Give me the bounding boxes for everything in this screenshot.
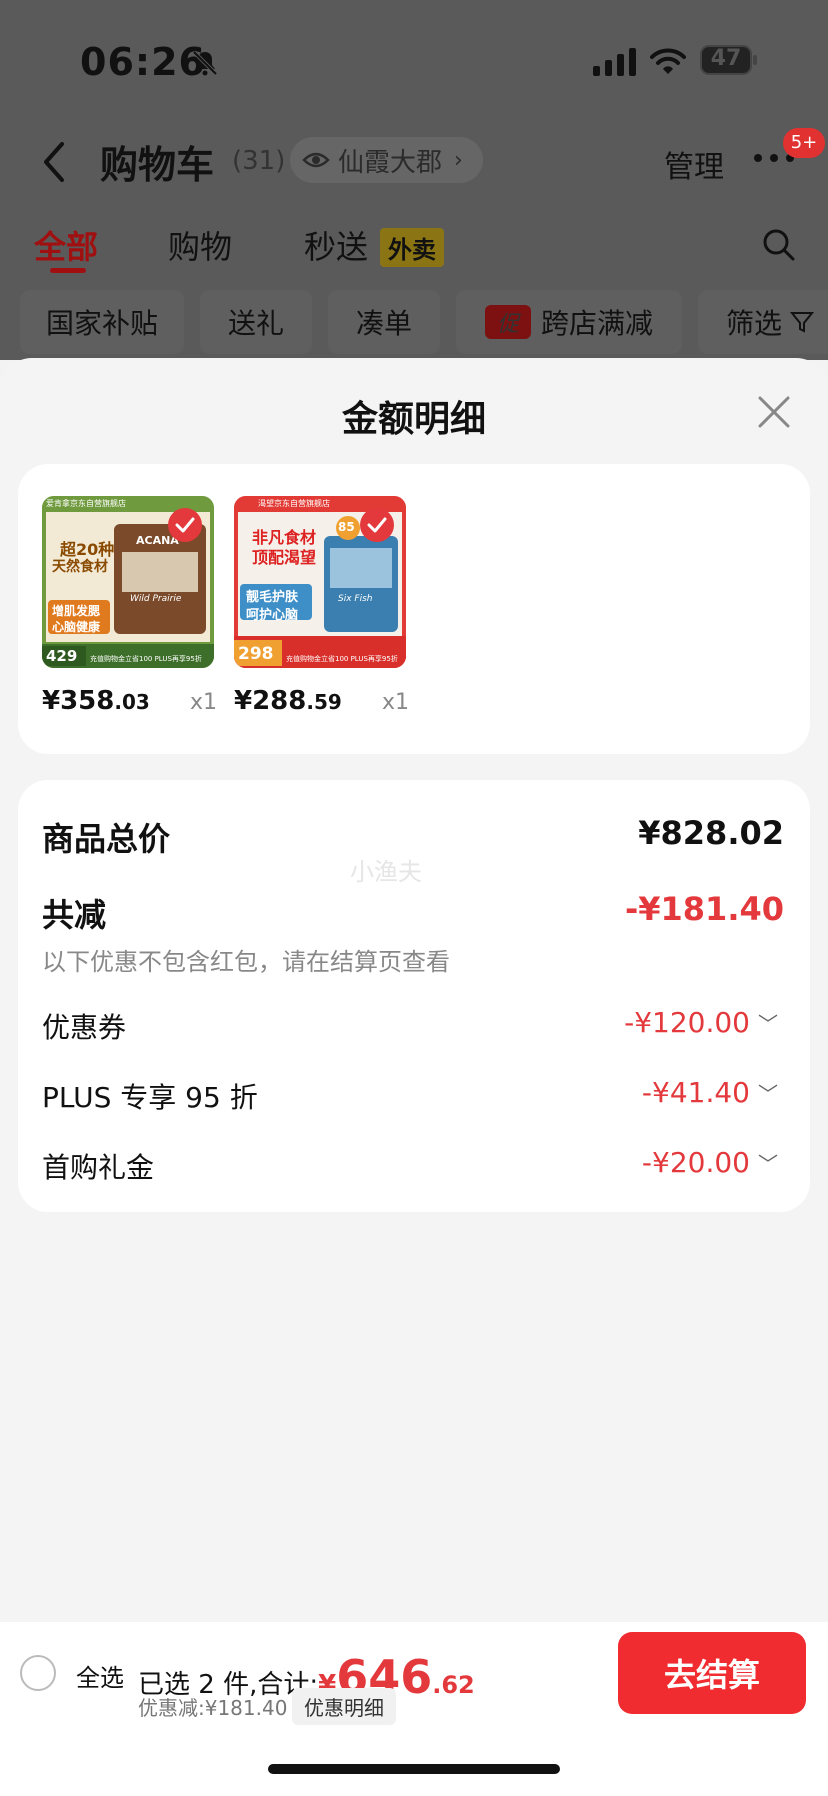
plus-discount-value: -¥41.40 [641, 1076, 750, 1109]
chip-national-subsidy[interactable]: 国家补贴 [20, 290, 184, 354]
wifi-icon [650, 48, 686, 74]
select-all-label[interactable]: 全选 [76, 1658, 124, 1693]
feature-line1: 增肌发腮 [52, 604, 101, 618]
total-label: 商品总价 [42, 820, 171, 858]
feature-line2: 呵护心脑 [246, 608, 299, 623]
status-time: 06:26 [80, 40, 206, 84]
page-title: 购物车 [100, 143, 215, 187]
battery-level: 47 [710, 46, 742, 71]
sub-label: Six Fish [338, 594, 373, 604]
search-icon[interactable] [762, 228, 796, 262]
chevron-down-icon: ﹀ [758, 1082, 778, 1106]
signal-icon [593, 48, 636, 76]
manage-button[interactable]: 管理 [664, 142, 724, 186]
active-tab-indicator [50, 268, 86, 273]
takeout-tag: 外卖 [380, 228, 444, 267]
product-qty: x1 [382, 690, 410, 715]
coupon-row-toggle[interactable]: -¥120.00 ﹀ [624, 1006, 778, 1039]
chip-gift[interactable]: 送礼 [200, 290, 312, 354]
selected-check-icon[interactable] [168, 508, 202, 542]
select-all-radio[interactable] [20, 1655, 56, 1691]
coupon-label: 优惠券 [42, 1011, 127, 1044]
close-icon[interactable] [756, 394, 792, 430]
chevron-right-icon: › [454, 147, 463, 173]
store-name: 渴望京东自营旗舰店 [258, 499, 330, 508]
checkout-button[interactable]: 去结算 [618, 1632, 806, 1714]
first-purchase-value: -¥20.00 [641, 1146, 750, 1179]
chip-label: 跨店满减 [540, 307, 653, 340]
promo-text: 充值购物金立省100 PLUS再享95折 [286, 655, 398, 663]
sub-label: Wild Prairie [130, 594, 182, 604]
tab-shopping[interactable]: 购物 [168, 222, 232, 268]
product-image-acana[interactable]: 爱肯拿京东自营旗舰店 超20种 天然食材 ACANA Wild Prairie … [42, 496, 214, 668]
watermark: 小渔夫 [350, 858, 422, 886]
first-purchase-label: 首购礼金 [42, 1151, 155, 1184]
chevron-down-icon: ﹀ [758, 1012, 778, 1036]
plus-discount-label: PLUS 专享 95 折 [42, 1081, 258, 1114]
product-price: ¥288.59 [234, 686, 342, 716]
coupon-value: -¥120.00 [624, 1006, 750, 1039]
feature-line1: 靓毛护肤 [246, 590, 299, 605]
home-indicator [268, 1764, 560, 1774]
promo-tag: 促 [484, 305, 531, 339]
total-decimal: .62 [432, 1671, 475, 1699]
back-icon[interactable] [40, 140, 70, 184]
discount-note: 以下优惠不包含红包，请在结算页查看 [42, 948, 450, 976]
tab-instant-delivery[interactable]: 秒送 [304, 222, 368, 268]
chip-label: 筛选 [726, 307, 783, 340]
feature-line2: 心脑健康 [52, 620, 101, 634]
reduce-label: 共减 [42, 896, 107, 934]
sheet-title: 金额明细 [341, 399, 486, 440]
cart-count: (31) [232, 146, 286, 176]
headline-line2: 天然食材 [52, 559, 108, 575]
tab-all[interactable]: 全部 [34, 222, 98, 268]
product-qty: x1 [190, 690, 218, 715]
chip-cross-store-discount[interactable]: 促 跨店满减 [456, 290, 682, 354]
total-value: ¥828.02 [638, 814, 784, 852]
location-selector[interactable]: 仙霞大郡 › [290, 137, 483, 183]
selected-check-icon[interactable] [360, 508, 394, 542]
product-image-orijen[interactable]: 渴望京东自营旗舰店 非凡食材 顶配渴望 85 Six Fish 靓毛护肤 呵护心… [234, 496, 406, 668]
chevron-down-icon: ﹀ [758, 1152, 778, 1176]
discount-detail-button[interactable]: 优惠明细 [292, 1688, 396, 1725]
bell-muted-icon [192, 50, 218, 76]
promo-price: 429 [46, 647, 78, 665]
reduce-value: -¥181.40 [624, 890, 784, 928]
location-label: 仙霞大郡 [338, 147, 443, 178]
percent-badge: 85 [338, 520, 355, 534]
plus-row-toggle[interactable]: -¥41.40 ﹀ [642, 1076, 778, 1109]
chip-add-on[interactable]: 凑单 [328, 290, 440, 354]
store-name: 爱肯拿京东自营旗舰店 [46, 499, 126, 508]
promo-price: 298 [238, 644, 274, 664]
notification-badge: 5+ [783, 128, 825, 158]
headline-line2: 顶配渴望 [252, 548, 317, 567]
product-price: ¥358.03 [42, 686, 150, 716]
filter-icon [790, 312, 815, 333]
chip-filter[interactable]: 筛选 [698, 290, 828, 354]
eye-icon [302, 152, 330, 168]
discount-summary: 优惠减:¥181.40 [138, 1696, 288, 1720]
promo-text: 充值购物金立省100 PLUS再享95折 [90, 655, 202, 663]
first-purchase-row-toggle[interactable]: -¥20.00 ﹀ [642, 1146, 778, 1179]
